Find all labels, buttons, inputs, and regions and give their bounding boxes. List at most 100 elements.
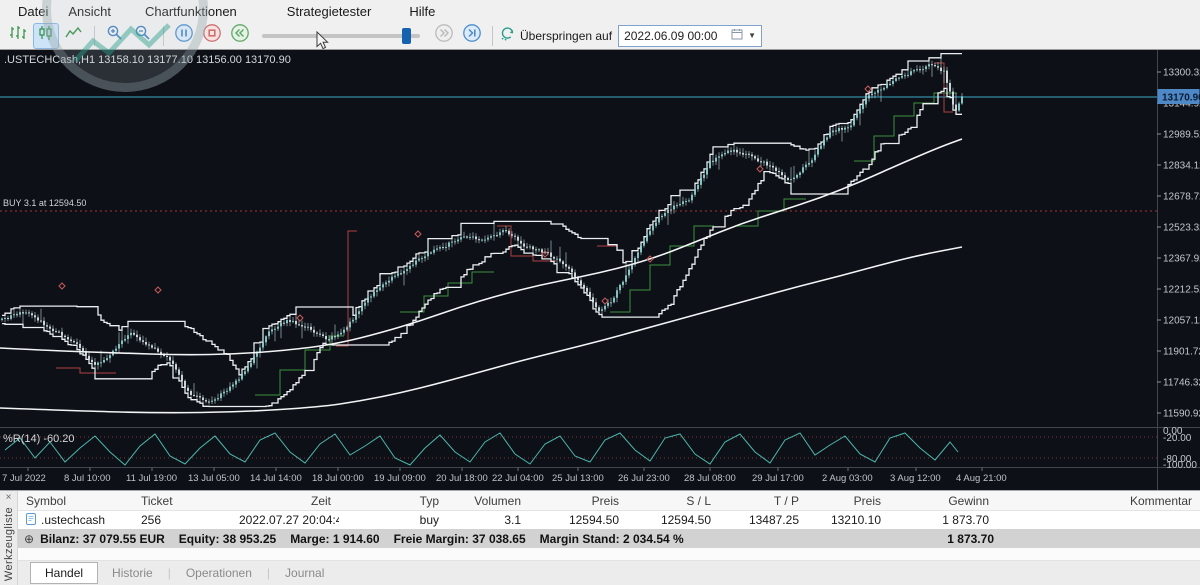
svg-text:13 Jul 05:00: 13 Jul 05:00 <box>188 473 240 484</box>
volumen-cell: 3.1 <box>447 513 529 527</box>
line-chart-icon <box>65 25 83 46</box>
svg-text:19 Jul 09:00: 19 Jul 09:00 <box>374 473 426 484</box>
zoom-out-button[interactable] <box>130 23 156 49</box>
svg-text:13300.32: 13300.32 <box>1163 68 1200 79</box>
svg-text:3 Aug 12:00: 3 Aug 12:00 <box>890 473 941 484</box>
menu-strategietester[interactable]: Strategietester <box>277 2 382 21</box>
skip-date-picker[interactable]: ▼ <box>618 25 762 47</box>
speed-slider-handle[interactable] <box>402 28 411 44</box>
chart-area[interactable]: 13300.3213144.9212989.5212834.1212678.72… <box>0 50 1200 490</box>
col-symbol[interactable]: Symbol <box>18 494 133 508</box>
chart-info-line: .USTECHCash,H1 13158.10 13177.10 13156.0… <box>4 54 291 66</box>
col-gewinn[interactable]: Gewinn <box>889 494 997 508</box>
col-volumen[interactable]: Volumen <box>447 494 529 508</box>
candlestick-chart-icon <box>37 25 55 46</box>
bar-chart-button[interactable] <box>5 23 31 49</box>
menu-chartfunktionen[interactable]: Chartfunktionen <box>135 2 247 21</box>
svg-text:4 Aug 21:00: 4 Aug 21:00 <box>956 473 1007 484</box>
zoom-in-button[interactable] <box>102 23 128 49</box>
gewinn-cell: 1 873.70 <box>889 513 997 527</box>
toolbox-vertical-strip: × Werkzeugliste <box>0 491 18 585</box>
svg-text:12057.12: 12057.12 <box>1163 316 1200 327</box>
col-preis-2[interactable]: Preis <box>807 494 889 508</box>
toolbox-tabs: Handel Historie | Operationen | Journal <box>18 561 1200 585</box>
svg-text:20 Jul 18:00: 20 Jul 18:00 <box>436 473 488 484</box>
speed-slider[interactable] <box>262 34 420 38</box>
svg-text:11746.32: 11746.32 <box>1163 378 1200 389</box>
sl-cell: 12594.50 <box>627 513 719 527</box>
svg-text:2 Aug 03:00: 2 Aug 03:00 <box>822 473 873 484</box>
fast-forward-button[interactable] <box>431 23 457 49</box>
fast-forward-icon <box>434 23 454 48</box>
menu-ansicht[interactable]: Ansicht <box>58 2 121 21</box>
svg-text:7 Jul 2022: 7 Jul 2022 <box>2 473 46 484</box>
svg-text:12523.32: 12523.32 <box>1163 223 1200 234</box>
toolbox-panel: × Werkzeugliste Symbol Ticket Zeit Typ V… <box>0 490 1200 585</box>
balance-value: Bilanz: 37 079.55 EUR <box>40 532 165 546</box>
free-margin-value: Freie Margin: 37 038.65 <box>394 532 526 546</box>
panel-spacer <box>18 548 1200 561</box>
tab-operationen[interactable]: Operationen <box>172 563 266 583</box>
skip-to-end-icon <box>462 23 482 48</box>
menu-hilfe[interactable]: Hilfe <box>399 2 445 21</box>
rewind-button[interactable] <box>227 23 253 49</box>
preis2-cell: 13210.10 <box>807 513 889 527</box>
ticket-cell: 256 <box>133 513 231 527</box>
pause-icon <box>174 23 194 48</box>
pause-button[interactable] <box>171 23 197 49</box>
svg-text:-100.00: -100.00 <box>1163 460 1197 471</box>
floating-profit-value: 1 873.70 <box>947 532 994 546</box>
svg-text:22 Jul 04:00: 22 Jul 04:00 <box>492 473 544 484</box>
svg-text:29 Jul 17:00: 29 Jul 17:00 <box>752 473 804 484</box>
skip-date-input[interactable] <box>624 29 726 43</box>
table-row[interactable]: .ustechcash 256 2022.07.27 20:04:40 buy … <box>18 511 1200 529</box>
line-chart-button[interactable] <box>61 23 87 49</box>
skip-to-end-button[interactable] <box>459 23 485 49</box>
zoom-in-icon <box>106 24 124 47</box>
repeat-icon <box>499 26 516 46</box>
typ-cell: buy <box>339 513 447 527</box>
svg-text:26 Jul 23:00: 26 Jul 23:00 <box>618 473 670 484</box>
symbol-cell: .ustechcash <box>18 513 133 528</box>
col-ticket[interactable]: Ticket <box>133 494 231 508</box>
col-zeit[interactable]: Zeit <box>231 494 339 508</box>
expand-icon[interactable]: ⊕ <box>24 532 34 546</box>
calendar-icon[interactable] <box>731 28 743 43</box>
skip-to-label: Überspringen auf <box>520 29 612 43</box>
chevron-down-icon[interactable]: ▼ <box>748 31 756 40</box>
tab-divider: | <box>267 566 270 580</box>
svg-text:14 Jul 14:00: 14 Jul 14:00 <box>250 473 302 484</box>
svg-text:11 Jul 19:00: 11 Jul 19:00 <box>126 473 177 484</box>
margin-value: Marge: 1 914.60 <box>290 532 379 546</box>
stop-button[interactable] <box>199 23 225 49</box>
tab-handel[interactable]: Handel <box>30 562 98 584</box>
svg-text:12989.52: 12989.52 <box>1163 130 1200 141</box>
stop-icon <box>202 23 222 48</box>
svg-text:12212.52: 12212.52 <box>1163 285 1200 296</box>
candlestick-chart-button[interactable] <box>33 23 59 49</box>
tab-divider: | <box>168 566 171 580</box>
svg-text:-20.00: -20.00 <box>1163 433 1192 444</box>
position-doc-icon <box>26 513 36 528</box>
menu-bar: Datei Ansicht Chartfunktionen Strategiet… <box>0 0 1200 22</box>
rewind-icon <box>230 23 250 48</box>
close-icon[interactable]: × <box>6 493 12 503</box>
svg-text:8 Jul 10:00: 8 Jul 10:00 <box>64 473 110 484</box>
menu-datei[interactable]: Datei <box>8 2 58 21</box>
trade-panel: Symbol Ticket Zeit Typ Volumen Preis S /… <box>18 491 1200 585</box>
buy-position-label: BUY 3.1 at 12594.50 <box>3 198 86 208</box>
col-preis[interactable]: Preis <box>529 494 627 508</box>
indicator-label: %R(14) -60.20 <box>3 433 75 445</box>
tab-historie[interactable]: Historie <box>98 563 167 583</box>
col-kommentar[interactable]: Kommentar <box>997 494 1200 508</box>
svg-text:28 Jul 08:00: 28 Jul 08:00 <box>684 473 736 484</box>
col-typ[interactable]: Typ <box>339 494 447 508</box>
symbol-value: .ustechcash <box>41 513 105 527</box>
col-sl[interactable]: S / L <box>627 494 719 508</box>
zoom-out-icon <box>134 24 152 47</box>
tp-cell: 13487.25 <box>719 513 807 527</box>
tab-journal[interactable]: Journal <box>271 563 338 583</box>
svg-text:13170.90: 13170.90 <box>1162 93 1200 104</box>
zeit-cell: 2022.07.27 20:04:40 <box>231 513 339 527</box>
col-tp[interactable]: T / P <box>719 494 807 508</box>
